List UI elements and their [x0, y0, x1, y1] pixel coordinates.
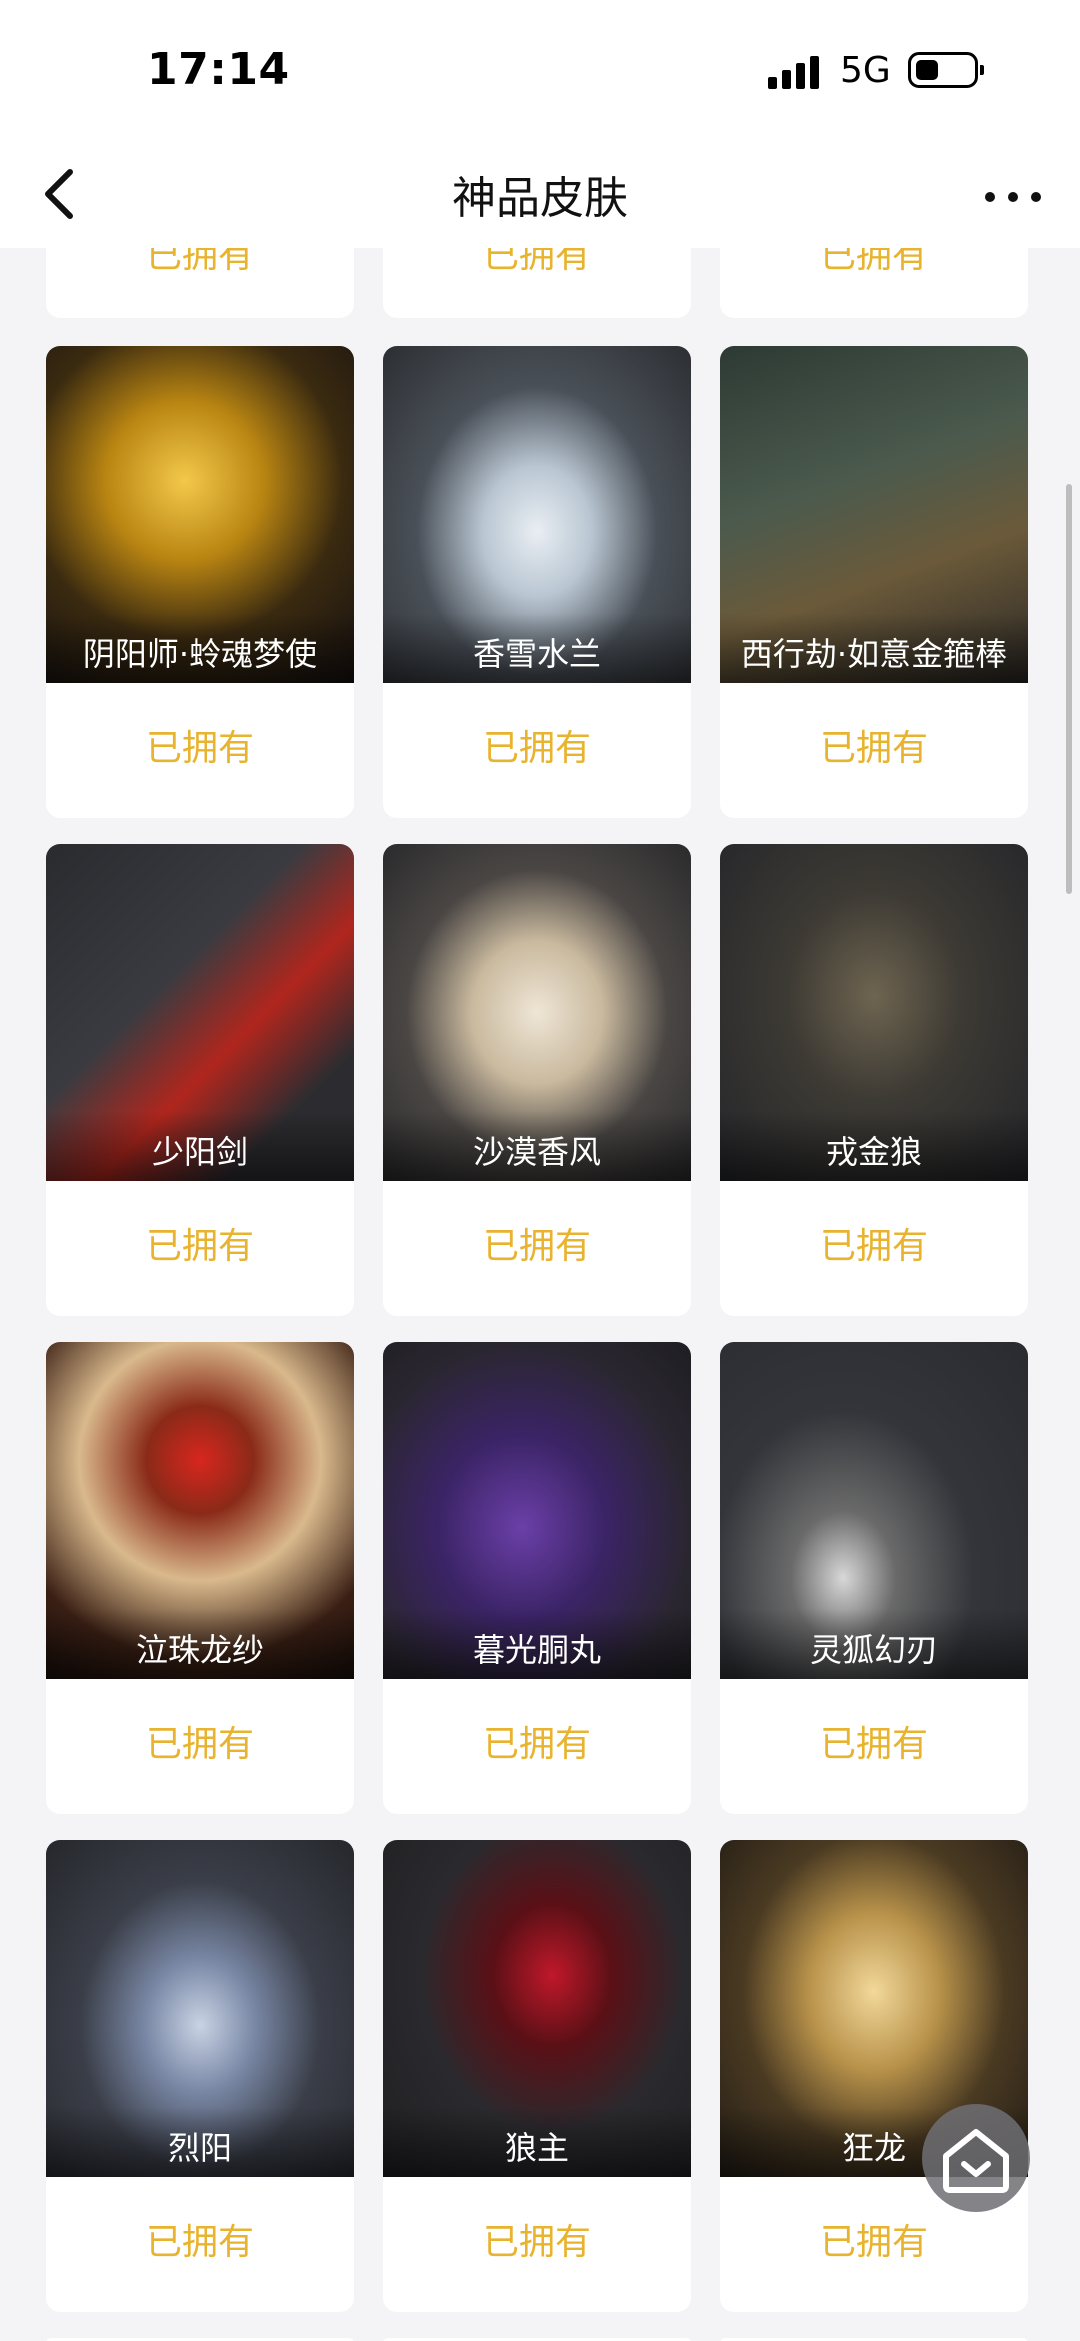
- skin-grid[interactable]: 已拥有 已拥有 已拥有 阴阳师·蛉魂梦使 已拥有 香雪水兰 已拥有 西行劫·如意…: [0, 248, 1080, 2341]
- skin-card-partial[interactable]: 已拥有: [46, 248, 354, 318]
- owned-label: 已拥有: [819, 248, 928, 276]
- skin-card-partial[interactable]: 已拥有: [720, 248, 1028, 318]
- skin-name: 烈阳: [167, 2129, 232, 2167]
- signal-icon: [768, 55, 820, 89]
- network-type: 5G: [840, 50, 891, 91]
- skin-name: 阴阳师·蛉魂梦使: [82, 635, 318, 673]
- owned-label: 已拥有: [145, 728, 254, 769]
- skin-card[interactable]: 狂龙 已拥有: [720, 1840, 1028, 2312]
- owned-label: 已拥有: [482, 1724, 591, 1765]
- home-button[interactable]: [922, 2104, 1030, 2212]
- owned-label: 已拥有: [819, 2222, 928, 2263]
- owned-label: 已拥有: [145, 2222, 254, 2263]
- skin-card[interactable]: 少阳剑 已拥有: [46, 844, 354, 1316]
- owned-label: 已拥有: [819, 728, 928, 769]
- skin-name: 沙漠香风: [472, 1133, 601, 1171]
- skin-name: 香雪水兰: [472, 635, 601, 673]
- nav-bar: 神品皮肤: [0, 140, 1080, 248]
- owned-label: 已拥有: [482, 728, 591, 769]
- skin-name: 灵狐幻刃: [809, 1631, 938, 1669]
- owned-label: 已拥有: [145, 248, 254, 276]
- skin-name: 狼主: [504, 2129, 569, 2167]
- skin-name: 西行劫·如意金箍棒: [740, 635, 1008, 673]
- skin-card[interactable]: 阴阳师·蛉魂梦使 已拥有: [46, 346, 354, 818]
- status-time: 17:14: [147, 44, 290, 95]
- owned-label: 已拥有: [482, 1226, 591, 1267]
- skin-card[interactable]: 暮光胴丸 已拥有: [383, 1342, 691, 1814]
- owned-label: 已拥有: [145, 1226, 254, 1267]
- battery-icon: [908, 52, 984, 88]
- owned-label: 已拥有: [482, 2222, 591, 2263]
- owned-label: 已拥有: [145, 1724, 254, 1765]
- status-bar: 17:14 5G: [0, 0, 1080, 140]
- skin-name: 泣珠龙纱: [135, 1631, 264, 1669]
- skin-card[interactable]: 狼主 已拥有: [383, 1840, 691, 2312]
- skin-card[interactable]: 戎金狼 已拥有: [720, 844, 1028, 1316]
- owned-label: 已拥有: [819, 1226, 928, 1267]
- skin-card[interactable]: 灵狐幻刃 已拥有: [720, 1342, 1028, 1814]
- skin-name: 少阳剑: [151, 1133, 248, 1171]
- owned-label: 已拥有: [819, 1724, 928, 1765]
- page-title: 神品皮肤: [452, 173, 628, 224]
- skin-card[interactable]: 烈阳 已拥有: [46, 1840, 354, 2312]
- skin-name: 暮光胴丸: [472, 1631, 601, 1669]
- skin-card[interactable]: 泣珠龙纱 已拥有: [46, 1342, 354, 1814]
- more-button[interactable]: [975, 166, 1055, 226]
- owned-label: 已拥有: [482, 248, 591, 276]
- skin-card[interactable]: 沙漠香风 已拥有: [383, 844, 691, 1316]
- skin-card-partial[interactable]: 已拥有: [383, 248, 691, 318]
- home-icon: [943, 2129, 1009, 2193]
- skin-name: 戎金狼: [825, 1133, 922, 1171]
- scrollbar[interactable]: [1066, 484, 1072, 894]
- skin-card[interactable]: 香雪水兰 已拥有: [383, 346, 691, 818]
- skin-card[interactable]: 西行劫·如意金箍棒 已拥有: [720, 346, 1028, 818]
